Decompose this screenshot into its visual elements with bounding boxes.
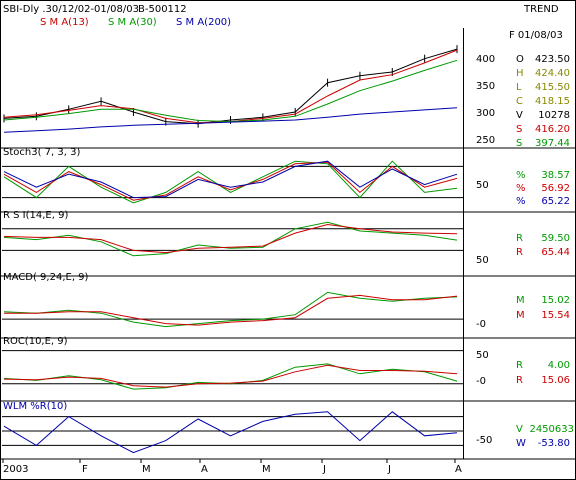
quote-key-open: O: [516, 54, 524, 65]
sma13-legend: S M A(13): [40, 17, 89, 28]
quote-value-open: 423.50: [535, 54, 570, 65]
sma30-legend: S M A(30): [108, 17, 157, 28]
wlm-value-2: -53.80: [538, 438, 570, 449]
roc-key-2: R: [516, 375, 523, 386]
symbol-label: SBI-Dly .30/12/02-01/08/03: [3, 4, 139, 15]
rsi-value-2: 65.44: [541, 247, 570, 258]
stoch-value-3: 65.22: [541, 196, 570, 207]
roc-tick-0: -0: [476, 376, 486, 387]
x-label-apr: A: [201, 464, 208, 475]
quote-value-close: 418.15: [535, 96, 570, 107]
stoch-value-2: 56.92: [541, 183, 570, 194]
wlm-key-1: V: [516, 424, 523, 435]
x-label-may: M: [262, 464, 271, 475]
rsi-value-1: 59.50: [541, 233, 570, 244]
sma200-legend: S M A(200): [176, 17, 231, 28]
price-tick-300: 300: [476, 108, 495, 119]
quote-value-sma30: 397.44: [535, 138, 570, 149]
macd-title: MACD( 9,24,E, 9): [3, 272, 89, 283]
code-label: B-500112: [138, 4, 187, 15]
trend-label: TREND: [523, 4, 559, 15]
stoch-key-2: %: [516, 183, 526, 194]
price-tick-400: 400: [476, 54, 495, 65]
wlm-title: WLM %R(10): [3, 401, 67, 412]
rsi-key-2: R: [516, 247, 523, 258]
stoch-value-1: 38.57: [541, 170, 570, 181]
roc-value-1: 4.00: [548, 360, 570, 371]
quote-key-high: H: [516, 68, 524, 79]
price-tick-350: 350: [476, 81, 495, 92]
roc-key-1: R: [516, 360, 523, 371]
date-label: F 01/08/03: [509, 30, 563, 41]
quote-value-low: 415.50: [535, 82, 570, 93]
roc-value-2: 15.06: [541, 375, 570, 386]
roc-tick-50: 50: [476, 350, 489, 361]
outer-border: [0, 0, 576, 480]
quote-key-low: L: [516, 82, 522, 93]
macd-value-1: 15.02: [541, 295, 570, 306]
x-label-jun: J: [322, 464, 326, 475]
stoch-tick: 50: [476, 180, 489, 191]
wlm-value-1: 2450633: [529, 424, 574, 435]
quote-value-high: 424.40: [535, 68, 570, 79]
quote-value-volume: 10278: [538, 110, 570, 121]
rsi-title: R S I(14,E, 9): [3, 210, 68, 221]
quote-key-sma13: S: [516, 124, 522, 135]
quote-value-sma13: 416.20: [535, 124, 570, 135]
wlm-tick: -50: [476, 435, 492, 446]
x-label-aug: A: [455, 464, 462, 475]
quote-key-close: C: [516, 96, 523, 107]
roc-title: ROC(10,E, 9): [3, 336, 68, 347]
quote-key-volume: V: [516, 110, 523, 121]
chart-frame: SBI-Dly .30/12/02-01/08/03 B-500112 TREN…: [0, 0, 576, 480]
macd-value-2: 15.54: [541, 310, 570, 321]
x-label-jul: J: [387, 464, 391, 475]
macd-key-1: M: [516, 295, 525, 306]
x-label-feb: F: [82, 464, 88, 475]
quote-key-sma30: S: [516, 138, 522, 149]
x-label-mar: M: [142, 464, 151, 475]
macd-key-2: M: [516, 310, 525, 321]
rsi-key-1: R: [516, 233, 523, 244]
stoch-key-3: %: [516, 196, 526, 207]
stoch-title: Stoch3( 7, 3, 3): [3, 147, 80, 158]
macd-tick: -0: [476, 319, 486, 330]
x-label-2003: 2003: [3, 464, 28, 475]
wlm-key-2: W: [516, 438, 526, 449]
rsi-tick: 50: [476, 255, 489, 266]
price-tick-250: 250: [476, 135, 495, 146]
stoch-key-1: %: [516, 170, 526, 181]
